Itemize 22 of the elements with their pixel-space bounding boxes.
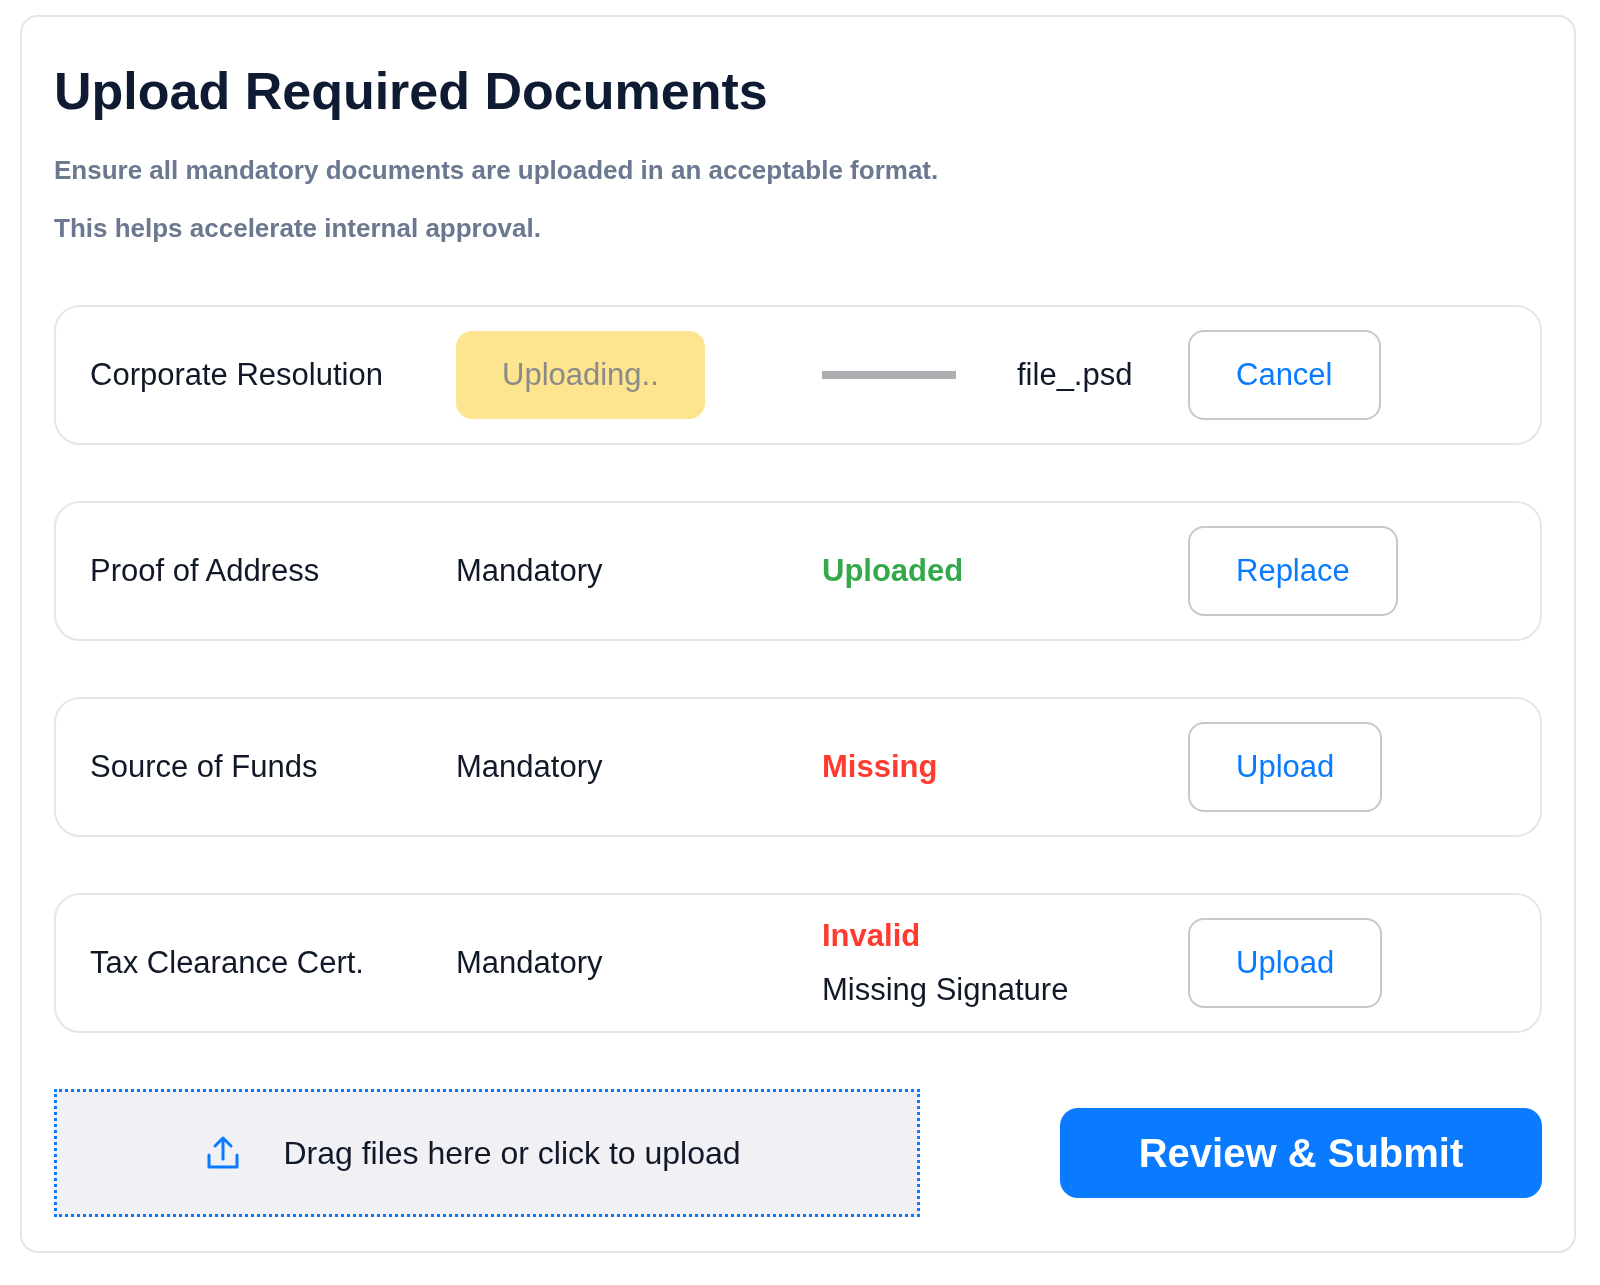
uploading-badge: Uploading.. [456,331,705,419]
requirement-text: Mandatory [456,553,604,589]
dropzone-label: Drag files here or click to upload [283,1134,741,1172]
description-text: This helps accelerate internal approval. [54,213,542,243]
action-button[interactable]: Upload [1188,722,1383,812]
status-text: Invalid [822,918,922,954]
document-name: Corporate Resolution [90,357,384,393]
action-button[interactable]: Cancel [1188,330,1381,420]
document-name: Tax Clearance Cert. [90,945,365,981]
status-text: Missing [822,749,939,785]
requirement-text: Mandatory [456,749,604,785]
file-name: file_.psd [1017,357,1134,393]
document-name: Proof of Address [90,553,321,589]
status-text: Uploaded [822,553,965,589]
action-button[interactable]: Replace [1188,526,1398,616]
action-button[interactable]: Upload [1188,918,1383,1008]
requirement-text: Mandatory [456,945,604,981]
document-name: Source of Funds [90,749,319,785]
submit-button[interactable]: Review & Submit [1060,1108,1542,1198]
dropzone[interactable]: Drag files here or click to upload [54,1089,920,1217]
status-detail: Missing Signature [822,972,1070,1008]
description-text: Ensure all mandatory documents are uploaded in an acceptable format. [54,155,940,185]
